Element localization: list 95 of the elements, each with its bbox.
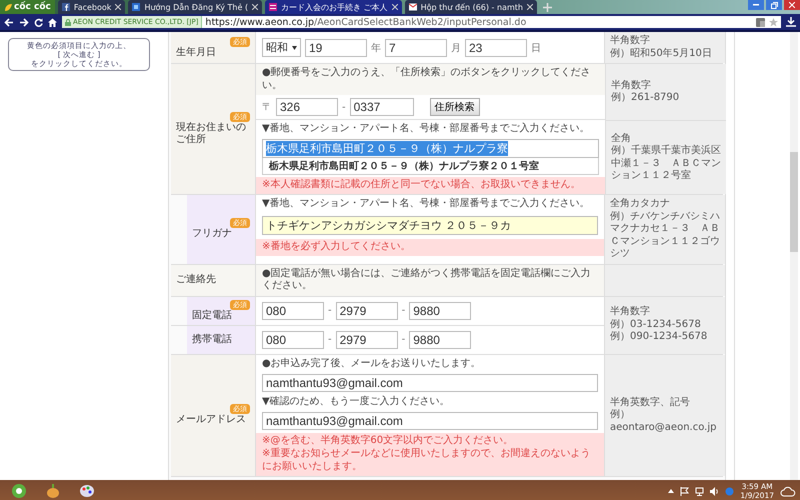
field-label: メールアドレス bbox=[176, 414, 247, 426]
minimize-button[interactable] bbox=[748, 0, 764, 10]
reload-icon[interactable] bbox=[34, 18, 43, 26]
card-icon bbox=[269, 3, 278, 11]
site-icon bbox=[132, 3, 140, 11]
url-text: https://www.aeon.co.jp/AeonCardSelectBankWeb2/inputPersonal.do bbox=[204, 16, 526, 28]
separator-text: - bbox=[328, 305, 332, 316]
day-field[interactable]: 23 bbox=[465, 38, 527, 56]
flag-icon[interactable] bbox=[680, 486, 690, 496]
hint-text: 例）昭和50年5月10日 bbox=[610, 48, 713, 60]
hint-text: 例）チバケンチバシミハマクナカセ１－３ ＡＢＣマンション１１２ゴウシツ bbox=[610, 210, 720, 260]
notice-text: ●郵便番号をご入力のうえ、「住所検索」のボタンをクリックしてください。 bbox=[256, 64, 606, 95]
separator-text: - bbox=[402, 305, 406, 316]
error-text: ※本人確認書類に記載の住所と同一でない場合、お取扱いできません。 bbox=[262, 178, 582, 191]
error-text: ※番地を必ず入力してください。 bbox=[262, 240, 412, 253]
instruction-text: ▼番地、マンション・アパート名、号棟・部屋番号までご入力ください。 bbox=[262, 198, 590, 209]
browser-tab[interactable]: Hộp thư đến (66) - namth bbox=[404, 0, 537, 14]
browser-tab[interactable]: Facebook bbox=[58, 0, 126, 14]
hint-text: 例）261-8790 bbox=[611, 92, 680, 104]
postal-code-field[interactable]: 326 bbox=[276, 98, 338, 116]
notice-text: ●お申込み完了後、メールをお送りいたします。 bbox=[262, 358, 481, 368]
caret-icon[interactable] bbox=[668, 489, 674, 493]
hint-text: 半角数字 bbox=[611, 80, 652, 92]
hint-text: 全角 bbox=[611, 132, 631, 145]
field-label: ご連絡先 bbox=[176, 274, 217, 286]
forward-icon[interactable] bbox=[19, 18, 29, 26]
era-dropdown[interactable]: 昭和 bbox=[262, 38, 301, 57]
hint-text: 半角数字 bbox=[610, 35, 651, 48]
field-label: 生年月日 bbox=[176, 46, 217, 58]
notice-text: ●固定電話が無い場合には、ご連絡がつく携帯電話を固定電話欄にご入力ください。 bbox=[255, 264, 605, 296]
translate-icon[interactable] bbox=[756, 18, 765, 26]
instruction-text: ▼番地、マンション・アパート名、号棟・部屋番号までご入力ください。 bbox=[262, 123, 590, 134]
leaf-icon bbox=[4, 2, 12, 12]
minimize-icon bbox=[753, 4, 759, 6]
hint-text: 例）千葉県千葉市美浜区中瀬１－３ ＡＢＣマンション１１２号室 bbox=[611, 145, 721, 182]
phone-field[interactable]: 080 bbox=[262, 330, 324, 348]
browser-tab[interactable]: Hướng Dẫn Đăng Ký Thẻ ( bbox=[128, 0, 262, 14]
phone-field[interactable]: 080 bbox=[262, 302, 324, 320]
close-icon[interactable] bbox=[115, 4, 122, 10]
email-field[interactable]: namthantu93@gmail.com bbox=[262, 374, 598, 392]
separator-text: - bbox=[328, 334, 332, 345]
postal-mark: 〒 bbox=[262, 101, 272, 114]
hint-text: 例） bbox=[610, 409, 631, 422]
phone-field[interactable]: 2979 bbox=[336, 302, 398, 320]
browser-logo[interactable]: cốc cốc bbox=[0, 0, 55, 14]
hint-text: 半角英数字、記号 bbox=[610, 396, 691, 409]
field-label: 現在お住まいのご住所 bbox=[176, 122, 247, 146]
download-icon[interactable] bbox=[786, 17, 796, 27]
speaker-icon[interactable] bbox=[710, 486, 720, 496]
close-button[interactable] bbox=[784, 0, 800, 10]
address-field[interactable]: 栃木県足利市島田町２０５－９（株）ナルプラ寮 bbox=[262, 138, 599, 158]
close-icon bbox=[789, 2, 795, 8]
phone-field[interactable]: 9880 bbox=[409, 302, 472, 320]
furigana-field[interactable]: トチギケンアシカガシシマダチヨウ ２０５－９カ bbox=[262, 216, 598, 234]
home-icon[interactable] bbox=[48, 18, 57, 26]
unit-label: 年 bbox=[371, 42, 381, 54]
separator-text: - bbox=[402, 334, 406, 345]
unit-label: 月 bbox=[451, 42, 461, 54]
hint-text: 例）03-1234-5678 bbox=[610, 318, 702, 331]
close-icon[interactable] bbox=[252, 4, 258, 10]
restore-button[interactable] bbox=[766, 0, 782, 10]
cloud-icon[interactable] bbox=[780, 486, 796, 496]
lock-icon bbox=[65, 18, 71, 26]
network-icon[interactable] bbox=[695, 486, 704, 496]
scrollbar[interactable] bbox=[790, 32, 798, 480]
browser-tab[interactable]: カード入会のお手続き ご本人 bbox=[265, 0, 402, 14]
year-field[interactable]: 19 bbox=[305, 38, 367, 56]
error-text: ※重要なお知らせメールなどに使用いたしますので、お間違えのないようにお願いいたします。 bbox=[262, 448, 592, 473]
unit-label: 日 bbox=[531, 42, 541, 54]
hint-text: aeontaro@aeon.co.jp bbox=[610, 422, 718, 434]
facebook-icon bbox=[62, 3, 70, 11]
close-icon[interactable] bbox=[526, 4, 533, 10]
hint-text: 全角カタカナ bbox=[610, 198, 671, 210]
field-label: フリガナ bbox=[192, 228, 233, 240]
hint-text: 半角数字 bbox=[610, 306, 651, 319]
mail-icon bbox=[408, 3, 417, 11]
separator-text: - bbox=[342, 102, 346, 112]
address-search-button[interactable]: 住所検索 bbox=[430, 98, 480, 116]
star-icon[interactable] bbox=[769, 18, 778, 26]
field-label: 携帯電話 bbox=[192, 334, 233, 346]
restore-icon bbox=[770, 2, 778, 8]
back-icon[interactable] bbox=[4, 18, 14, 26]
field-label: 固定電話 bbox=[192, 310, 233, 322]
phone-field[interactable]: 9880 bbox=[409, 330, 472, 348]
phone-field[interactable]: 2979 bbox=[336, 330, 398, 348]
autocomplete-suggestion[interactable]: 栃木県足利市島田町２０５－９（株）ナルプラ寮２０１号室 bbox=[262, 158, 599, 174]
hint-text: 例）090-1234-5678 bbox=[610, 331, 708, 344]
scrollbar-thumb[interactable] bbox=[790, 152, 798, 252]
error-text: ※@を含む、半角英数字60文字以内でご入力ください。 bbox=[262, 434, 514, 447]
close-icon[interactable] bbox=[392, 4, 398, 10]
month-field[interactable]: 7 bbox=[385, 38, 447, 56]
email-confirm-field[interactable]: namthantu93@gmail.com bbox=[262, 412, 598, 430]
postal-code-field[interactable]: 0337 bbox=[350, 98, 414, 116]
caret-icon bbox=[292, 46, 297, 50]
instruction-text: ▼確認のため、もう一度ご入力ください。 bbox=[262, 396, 450, 407]
